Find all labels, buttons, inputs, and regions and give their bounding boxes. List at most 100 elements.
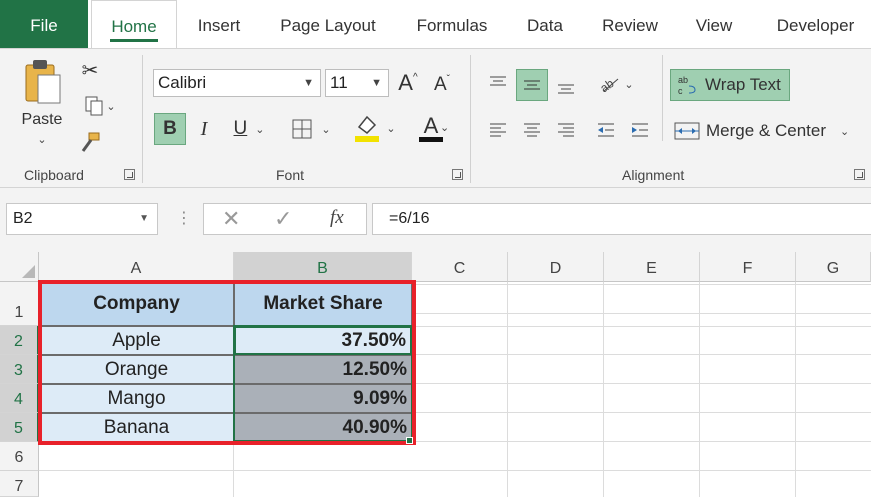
chevron-down-icon[interactable]: ⌄: [440, 121, 449, 134]
bold-button[interactable]: B: [154, 113, 186, 145]
chevron-down-icon: ⌄: [624, 78, 634, 91]
font-color-swatch: [419, 136, 443, 142]
underline-button[interactable]: U ⌄: [224, 113, 274, 145]
column-header-e[interactable]: E: [604, 252, 700, 282]
formula-input[interactable]: =6/16: [372, 203, 871, 235]
select-all-corner[interactable]: [0, 252, 39, 282]
formula-buttons: ✕ ✓ fx: [203, 203, 367, 235]
tab-review[interactable]: Review: [588, 0, 672, 48]
row-header-3[interactable]: 3: [0, 355, 39, 384]
wrap-text-button[interactable]: ab c Wrap Text: [670, 69, 790, 101]
tab-view[interactable]: View: [682, 0, 746, 48]
empty-cells[interactable]: [412, 282, 871, 497]
font-size-combo[interactable]: 11 ▼: [325, 69, 389, 97]
alignment-launcher-icon[interactable]: [854, 169, 865, 180]
row-header-4[interactable]: 4: [0, 384, 39, 413]
decrease-indent-icon: [598, 123, 614, 137]
tab-page-layout[interactable]: Page Layout: [264, 0, 392, 48]
tab-developer[interactable]: Developer: [760, 0, 871, 48]
chevron-down-icon: ⌄: [840, 125, 850, 138]
increase-font-size-button[interactable]: A ^: [396, 69, 420, 97]
increase-indent-button[interactable]: [626, 115, 654, 145]
more-options-icon[interactable]: ⋮: [176, 208, 192, 228]
tab-insert[interactable]: Insert: [184, 0, 254, 48]
column-header-b[interactable]: B: [234, 252, 412, 282]
cancel-icon[interactable]: ✕: [222, 206, 240, 232]
font-name-value: Calibri: [158, 73, 207, 92]
underline-icon: U: [233, 118, 248, 139]
market-share-cell-active[interactable]: 37.50%: [234, 326, 412, 355]
font-color-icon: A: [423, 112, 439, 138]
italic-button[interactable]: I: [192, 113, 216, 145]
row-header-7[interactable]: 7: [0, 471, 39, 497]
align-center-button[interactable]: [518, 115, 546, 145]
merge-center-icon: [674, 122, 700, 140]
company-cell[interactable]: Apple: [39, 326, 234, 355]
insert-function-icon[interactable]: fx: [330, 207, 344, 229]
paste-button[interactable]: Paste ⌄: [14, 57, 70, 161]
font-name-combo[interactable]: Calibri ▼: [153, 69, 321, 97]
column-header-c[interactable]: C: [412, 252, 508, 282]
group-separator: [470, 55, 471, 183]
group-separator: [662, 55, 663, 141]
paste-icon: [25, 60, 61, 104]
company-cell[interactable]: Banana: [39, 413, 234, 442]
svg-text:ab: ab: [678, 75, 688, 85]
paintbrush-icon: [81, 132, 100, 152]
decrease-font-size-button[interactable]: Aˇ: [430, 71, 454, 99]
empty-cells-lower[interactable]: [39, 442, 412, 497]
clipboard-group-label: Clipboard: [24, 167, 84, 183]
fill-handle[interactable]: [406, 437, 413, 444]
market-share-cell[interactable]: 40.90%: [234, 413, 412, 442]
row-header-6[interactable]: 6: [0, 442, 39, 471]
column-header-d[interactable]: D: [508, 252, 604, 282]
scissors-icon: ✂: [81, 59, 99, 82]
tab-data[interactable]: Data: [512, 0, 578, 48]
merge-center-button[interactable]: Merge & Center ⌄: [670, 115, 860, 147]
cut-button[interactable]: ✂: [78, 57, 102, 83]
grow-font-icon: A: [398, 70, 413, 95]
align-left-button[interactable]: [484, 115, 512, 145]
decrease-indent-button[interactable]: [592, 115, 620, 145]
market-share-cell[interactable]: 12.50%: [234, 355, 412, 384]
format-painter-button[interactable]: [78, 129, 102, 155]
company-cell[interactable]: Mango: [39, 384, 234, 413]
caret-down-icon: ˇ: [446, 73, 451, 85]
fill-color-button[interactable]: ⌄: [350, 111, 400, 145]
increase-indent-icon: [632, 123, 648, 137]
middle-align-button[interactable]: [516, 69, 548, 101]
paint-bucket-icon: [355, 115, 380, 142]
enter-check-icon[interactable]: ✓: [274, 206, 292, 232]
top-align-button[interactable]: [484, 69, 512, 99]
row-header-1[interactable]: 1: [0, 282, 39, 326]
chevron-down-icon: ▼: [371, 77, 382, 89]
name-box[interactable]: B2 ▼: [6, 203, 158, 235]
font-launcher-icon[interactable]: [452, 169, 463, 180]
align-right-button[interactable]: [552, 115, 580, 145]
column-header-a[interactable]: A: [39, 252, 234, 282]
row-header-2[interactable]: 2: [0, 326, 39, 355]
header-cell-market-share[interactable]: Market Share: [234, 282, 412, 326]
svg-text:c: c: [678, 86, 683, 96]
market-share-cell[interactable]: 9.09%: [234, 384, 412, 413]
chevron-down-icon: ⌄: [37, 134, 47, 146]
row-header-5[interactable]: 5: [0, 413, 39, 442]
chevron-down-icon: ⌄: [255, 123, 265, 136]
column-header-g[interactable]: G: [796, 252, 871, 282]
company-cell[interactable]: Orange: [39, 355, 234, 384]
wrap-text-icon: abc: [678, 75, 696, 96]
column-header-f[interactable]: F: [700, 252, 796, 282]
clipboard-launcher-icon[interactable]: [124, 169, 135, 180]
tab-home[interactable]: Home: [91, 0, 177, 48]
alignment-group-label: Alignment: [622, 167, 685, 183]
tab-file[interactable]: File: [0, 0, 88, 48]
bottom-align-button[interactable]: [552, 71, 580, 101]
header-cell-company[interactable]: Company: [39, 282, 234, 326]
tab-formulas[interactable]: Formulas: [402, 0, 502, 48]
orientation-button[interactable]: ab ⌄: [594, 69, 638, 99]
align-right-icon: [558, 123, 574, 137]
wrap-text-label: Wrap Text: [705, 75, 781, 94]
ribbon-tab-bar: File Home Insert Page Layout Formulas Da…: [0, 0, 871, 48]
copy-button[interactable]: ⌄: [78, 93, 122, 119]
borders-button[interactable]: ⌄: [286, 113, 336, 145]
